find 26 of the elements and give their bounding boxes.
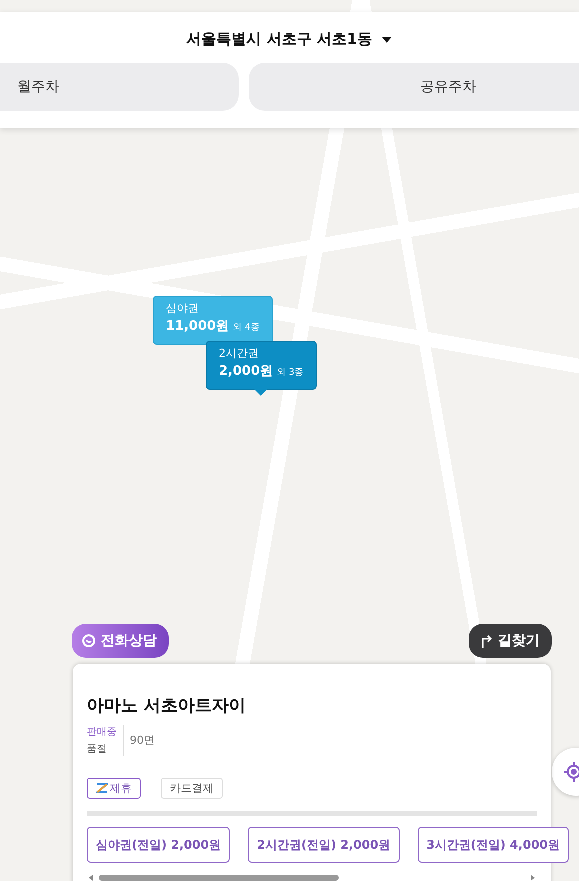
- ticket-option[interactable]: 심야권(전일) 2,000원: [87, 827, 230, 863]
- parking-lot-name: 아마노 서초아트자이: [87, 695, 247, 717]
- location-selector[interactable]: 서울특별시 서초구 서초1동: [186, 30, 392, 49]
- z-logo-icon: [96, 783, 108, 794]
- space-count: 90면: [130, 733, 155, 748]
- feature-tag: 제휴: [87, 778, 141, 799]
- extra-count: 외 4종: [233, 323, 260, 333]
- horizontal-scrollbar[interactable]: [87, 873, 537, 881]
- ticket-price: 2,000원 외 3종: [219, 364, 304, 381]
- ticket-name: 심야권: [166, 302, 200, 316]
- call-consult-button[interactable]: 전화상담: [72, 624, 169, 658]
- extra-count: 외 3종: [277, 368, 304, 378]
- ticket-option[interactable]: 2시간권(전일) 2,000원: [248, 827, 400, 863]
- turn-right-arrow-icon: [481, 634, 493, 648]
- ticket-option[interactable]: 3시간권(전일) 4,000원: [418, 827, 570, 863]
- ticket-price: 11,000원 외 4종: [166, 319, 260, 336]
- tab[interactable]: 월주차: [0, 63, 238, 111]
- phone-chat-icon: [82, 634, 96, 648]
- directions-button[interactable]: 길찾기: [469, 624, 552, 658]
- ticket-name: 2시간권: [219, 347, 260, 361]
- sale-status: 판매중: [87, 726, 117, 739]
- sale-status: 품절: [87, 743, 108, 756]
- dropdown-caret-icon: [382, 36, 392, 42]
- crosshair-icon: [564, 762, 579, 782]
- tab[interactable]: 공유주차: [248, 63, 579, 111]
- feature-tag: 카드결제: [161, 778, 223, 799]
